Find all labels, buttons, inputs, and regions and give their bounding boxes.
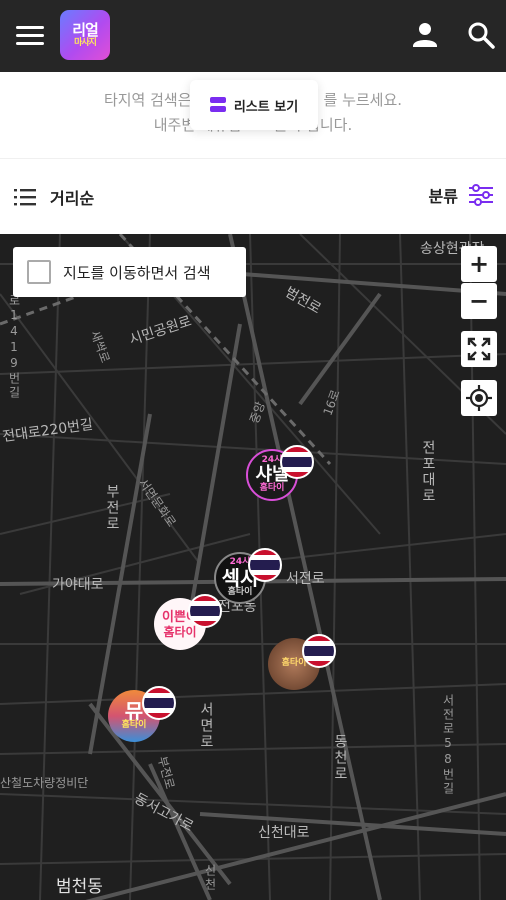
list-view-icon: [209, 97, 226, 113]
map-label-gaya: 가야대로: [52, 577, 104, 593]
search-on-move-toggle[interactable]: 지도를 이동하면서 검색: [13, 247, 246, 297]
notice-line-1-start: 타지역 검색은: [103, 91, 192, 109]
marker-subtitle: 홈타이: [259, 483, 285, 493]
locate-icon: [466, 385, 492, 411]
menu-icon[interactable]: [16, 26, 44, 46]
map-label-beomcheon: 범천동: [56, 877, 103, 897]
list-view-label: 리스트 보기: [233, 99, 299, 115]
marker-subtitle: 홈타이: [227, 587, 253, 597]
thailand-flag-icon: [302, 634, 336, 668]
map-view[interactable]: 송상현광장 범전로 시민공원로 전대로220번길 로1419번길 새싹로 가야대…: [0, 234, 506, 900]
logo-text-line1: 리얼: [72, 20, 99, 39]
map-label-railway: 산철도차량정비단: [0, 776, 89, 790]
map-label-bujeon: 부전로: [104, 484, 120, 532]
map-label-jeonpo: 전포대로: [420, 440, 436, 504]
map-label-seojeon58: 서전로58번길: [441, 694, 455, 796]
marker-subtitle: 홈타이: [121, 720, 147, 731]
map-label-seojeon-a: 서전로: [286, 571, 325, 587]
filter-button[interactable]: 분류: [429, 183, 494, 207]
filter-sliders-icon: [469, 184, 493, 206]
thailand-flag-icon: [188, 594, 222, 628]
app-header: 리얼 마사지: [0, 0, 506, 72]
my-location-button[interactable]: [461, 380, 497, 416]
map-label-dongcheon: 동천로: [332, 734, 348, 782]
fullscreen-button[interactable]: [461, 331, 497, 367]
map-label-sincheon: 신천대로: [258, 825, 310, 841]
fullscreen-icon: [467, 337, 491, 361]
zoom-in-symbol: +: [468, 250, 490, 278]
thailand-flag-icon: [280, 445, 314, 479]
thailand-flag-icon: [248, 548, 282, 582]
notice-line-1-end: 를 누르세요.: [323, 91, 403, 109]
user-icon[interactable]: [410, 20, 440, 50]
map-label-road119: 로1419번길: [7, 294, 21, 400]
marker-title: 뮤: [124, 699, 144, 724]
notice-banner: 타지역 검색은를 누르세요. 내주변 제휴업소 노출이 됩니다. 리스트 보기: [0, 72, 506, 158]
list-view-button[interactable]: 리스트 보기: [190, 80, 318, 130]
filter-label: 분류: [428, 187, 458, 206]
zoom-in-button[interactable]: +: [461, 246, 497, 282]
search-icon[interactable]: [466, 20, 496, 50]
search-on-move-checkbox[interactable]: [27, 260, 51, 284]
search-on-move-label: 지도를 이동하면서 검색: [63, 263, 211, 282]
marker-subtitle: 홈타이: [163, 624, 197, 639]
thailand-flag-icon: [142, 686, 176, 720]
sort-filter-bar: 거리순 분류: [0, 158, 506, 234]
zoom-out-symbol: −: [468, 287, 490, 315]
logo-text-line2: 마사지: [74, 37, 97, 48]
zoom-out-button[interactable]: −: [461, 283, 497, 319]
app-logo[interactable]: 리얼 마사지: [60, 10, 110, 60]
sort-label: 거리순: [50, 189, 95, 208]
list-sort-icon: [14, 189, 36, 206]
map-label-sinam: 신천: [203, 864, 217, 892]
sort-button[interactable]: 거리순: [14, 185, 94, 209]
marker-subtitle: 홈타이: [281, 658, 307, 669]
map-label-seomyeon: 서면로: [198, 702, 214, 750]
